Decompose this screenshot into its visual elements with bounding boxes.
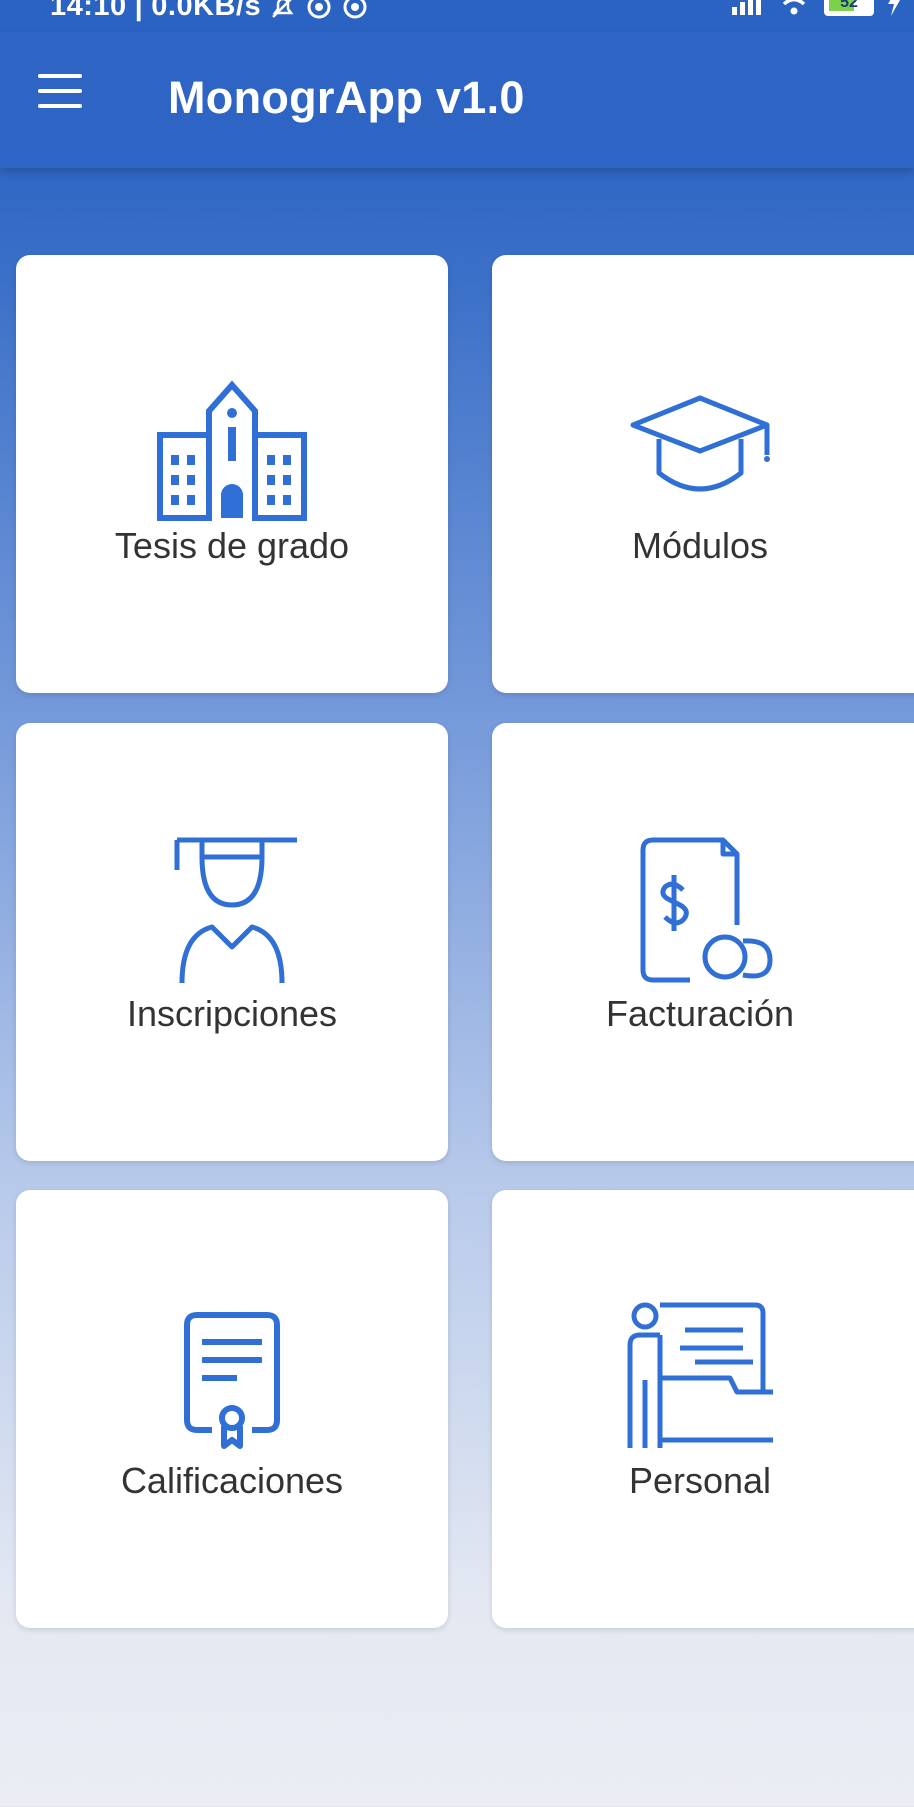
tile-label: Tesis de grado [114,525,350,566]
charging-icon [888,0,900,16]
hamburger-menu-icon[interactable] [30,74,90,124]
tile-label: Facturación [605,993,795,1034]
status-speed: 0.0KB/s [151,0,262,22]
battery-icon: 52 [824,0,874,16]
tile-modulos[interactable]: Módulos [492,255,914,693]
certificate-icon [184,1312,280,1449]
university-building-icon [157,380,307,521]
tile-inscripciones[interactable]: Inscripciones [16,723,448,1161]
tile-tesis-de-grado[interactable]: Tesis de grado [16,255,448,693]
tile-label: Personal [628,1460,772,1501]
battery-level: 52 [840,0,858,11]
student-icon [174,837,297,984]
tile-personal[interactable]: Personal [492,1190,914,1628]
tile-label: Inscripciones [126,993,338,1034]
teacher-board-icon [627,1302,773,1448]
sync-icon [343,0,367,18]
invoice-coins-icon [640,837,773,983]
app-bar: MonogrApp v1.0 [0,32,914,168]
tile-facturacion[interactable]: Facturación [492,723,914,1161]
status-bar: 14:10 | 0.0KB/s 52 [0,0,914,32]
tile-label: Módulos [631,525,769,566]
mute-icon [272,0,294,18]
tile-calificaciones[interactable]: Calificaciones [16,1190,448,1628]
status-right: 52 [730,0,902,16]
signal-icon [732,0,761,15]
app-title: MonogrApp v1.0 [168,72,525,123]
graduation-cap-icon [630,395,770,492]
status-left: 14:10 | 0.0KB/s [50,0,369,23]
wifi-icon [782,0,806,15]
sync-icon [307,0,331,18]
status-time: 14:10 [50,0,127,22]
status-separator: | [134,0,144,22]
tile-label: Calificaciones [120,1460,344,1501]
